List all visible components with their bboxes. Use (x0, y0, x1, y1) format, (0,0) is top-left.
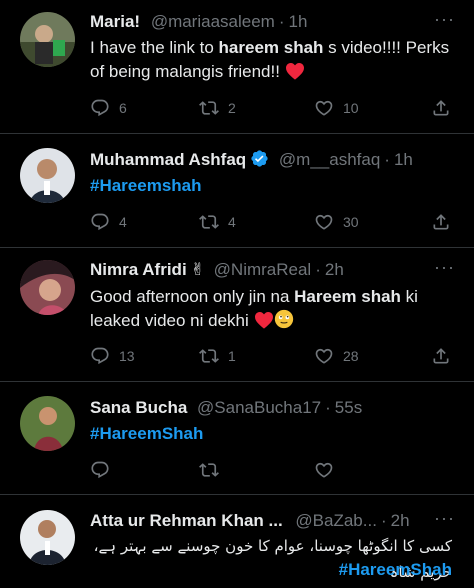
hashtag-link[interactable]: #HareemShah (90, 424, 203, 443)
user-handle[interactable]: @BaZab... (295, 511, 377, 530)
retweet-count: 2 (228, 100, 236, 116)
like-button[interactable]: 30 (314, 210, 359, 234)
tweet-header: Atta ur Rehman Khan ... @BaZab... · 2h (90, 509, 454, 533)
retweet-icon (199, 346, 219, 366)
share-icon (431, 212, 451, 232)
reply-button[interactable]: 6 (90, 96, 127, 120)
tweet-text: I have the link to hareem shah s video!!… (90, 36, 456, 87)
verified-badge-icon (250, 149, 269, 175)
retweet-button[interactable]: 4 (199, 210, 236, 234)
reply-button[interactable]: 13 (90, 344, 135, 368)
avatar[interactable] (20, 12, 75, 67)
like-count: 28 (343, 348, 359, 364)
display-name[interactable]: Atta ur Rehman Khan ... (90, 511, 283, 530)
separator-dot: · (325, 398, 331, 417)
retweet-count: 4 (228, 214, 236, 230)
retweet-count: 1 (228, 348, 236, 364)
display-name[interactable]: Maria! (90, 12, 140, 31)
avatar[interactable] (20, 148, 75, 203)
tweet[interactable]: Atta ur Rehman Khan ... @BaZab... · 2h ···… (0, 495, 474, 588)
user-handle[interactable]: @NimraReal (214, 260, 312, 279)
tweet-header: Muhammad Ashfaq @m__ashfaq · 1h (90, 148, 454, 172)
face-emoji-icon (274, 309, 294, 336)
tweet-text-part: Good afternoon only jin na (90, 287, 295, 306)
share-button[interactable] (431, 344, 451, 368)
share-button[interactable] (431, 210, 451, 234)
heart-icon (314, 346, 334, 366)
heart-icon (314, 212, 334, 232)
retweet-icon (199, 212, 219, 232)
timestamp[interactable]: 2h (325, 260, 344, 279)
like-button[interactable] (314, 458, 334, 482)
victory-hand-emoji-icon: ✌ (190, 260, 205, 279)
tweet-text-highlight: Hareem shah (294, 287, 401, 306)
tweet-text-part: I have the link to (90, 38, 219, 57)
hashtag-link[interactable]: #HareemShah (339, 560, 452, 579)
share-button[interactable] (431, 96, 451, 120)
display-name[interactable]: Sana Bucha (90, 398, 187, 417)
timestamp[interactable]: 1h (289, 12, 308, 31)
tweet-actions: 13 1 28 (90, 344, 452, 368)
reply-icon (90, 98, 110, 118)
heart-icon (314, 460, 334, 480)
like-count: 10 (343, 100, 359, 116)
like-count: 30 (343, 214, 359, 230)
timestamp[interactable]: 2h (391, 511, 410, 530)
share-icon (431, 98, 451, 118)
tweet[interactable]: Maria! @mariaasaleem · 1h ··· I have the l… (0, 0, 474, 134)
avatar[interactable] (20, 396, 75, 451)
tweet-header: Nimra Afridi ✌ @NimraReal · 2h (90, 258, 454, 282)
retweet-button[interactable]: 1 (199, 344, 236, 368)
tweet[interactable]: Nimra Afridi ✌ @NimraReal · 2h ··· Good aft… (0, 248, 474, 382)
retweet-icon (199, 460, 219, 480)
tweet-text-highlight: hareem shah (218, 38, 324, 57)
separator-dot: · (315, 260, 321, 279)
tweet-text: #HareemShah (90, 422, 456, 446)
reply-count: 13 (119, 348, 135, 364)
reply-icon (90, 346, 110, 366)
display-name[interactable]: Muhammad Ashfaq (90, 150, 246, 169)
display-name[interactable]: Nimra Afridi (90, 260, 187, 279)
hashtag-link[interactable]: #Hareemshah (90, 176, 202, 195)
avatar[interactable] (20, 260, 75, 315)
red-heart-emoji-icon (254, 311, 274, 336)
separator-dot: · (384, 150, 390, 169)
tweet-hashtag-line: #HareemShah (86, 557, 452, 583)
like-button[interactable]: 10 (314, 96, 359, 120)
tweet-actions: 4 4 30 (90, 210, 452, 234)
reply-button[interactable]: 4 (90, 210, 127, 234)
tweet-header: Maria! @mariaasaleem · 1h (90, 10, 454, 34)
reply-icon (90, 212, 110, 232)
more-icon[interactable]: ··· (434, 509, 454, 533)
timeline-feed: Maria! @mariaasaleem · 1h ··· I have the l… (0, 0, 474, 588)
reply-icon (90, 460, 110, 480)
tweet-text: Good afternoon only jin na Hareem shah k… (90, 285, 456, 336)
user-handle[interactable]: @mariaasaleem (151, 12, 275, 31)
tweet[interactable]: Muhammad Ashfaq @m__ashfaq · 1h #Hareemsha… (0, 134, 474, 248)
user-handle[interactable]: @SanaBucha17 (197, 398, 321, 417)
timestamp[interactable]: 1h (394, 150, 413, 169)
tweet-actions: 6 2 10 (90, 96, 452, 120)
reply-count: 4 (119, 214, 127, 230)
separator-dot: · (380, 511, 387, 530)
avatar[interactable] (20, 510, 75, 565)
retweet-button[interactable]: 2 (199, 96, 236, 120)
tweet[interactable]: Sana Bucha @SanaBucha17 · 55s #HareemShah (0, 382, 474, 495)
tweet-actions (90, 458, 452, 482)
reply-count: 6 (119, 100, 127, 116)
reply-button[interactable] (90, 458, 110, 482)
tweet-header: Sana Bucha @SanaBucha17 · 55s (90, 396, 454, 420)
heart-icon (314, 98, 334, 118)
retweet-button[interactable] (199, 458, 219, 482)
more-icon[interactable]: ··· (434, 258, 454, 282)
timestamp[interactable]: 55s (335, 398, 362, 417)
share-icon (431, 346, 451, 366)
user-handle[interactable]: @m__ashfaq (279, 150, 380, 169)
tweet-text: #Hareemshah (90, 174, 456, 198)
red-heart-emoji-icon (285, 62, 305, 87)
more-icon[interactable]: ··· (434, 10, 454, 34)
retweet-icon (199, 98, 219, 118)
separator-dot: · (278, 12, 285, 31)
like-button[interactable]: 28 (314, 344, 359, 368)
